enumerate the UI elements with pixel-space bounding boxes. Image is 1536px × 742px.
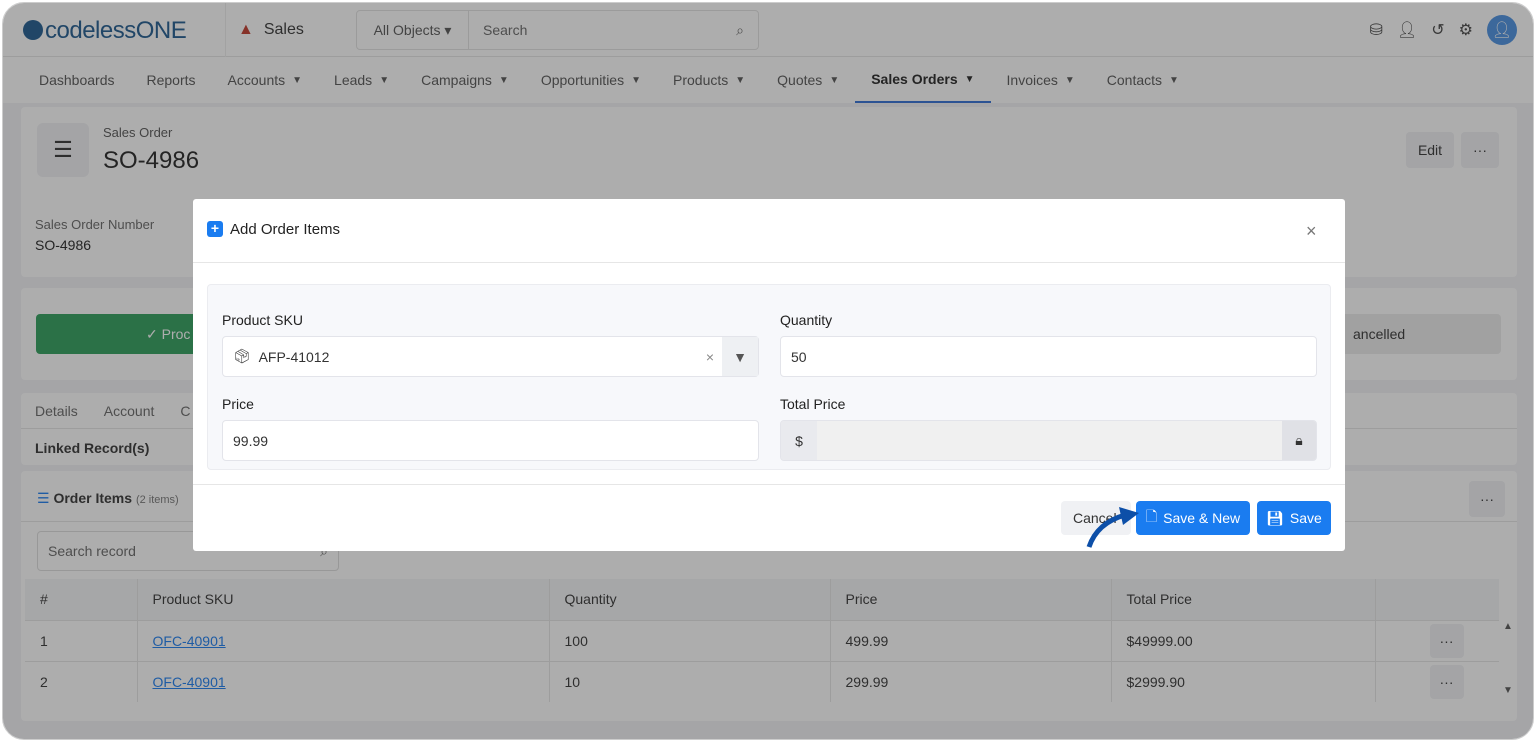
file-plus-icon: 🗋︎ — [1145, 508, 1158, 524]
quantity-label: Quantity — [780, 312, 833, 328]
save-and-new-label: Save & New — [1163, 510, 1241, 526]
quantity-input[interactable]: 50 — [780, 336, 1317, 377]
sku-value: AFP-41012 — [258, 348, 330, 365]
chevron-down-icon[interactable]: ▼ — [722, 337, 758, 376]
sku-label: Product SKU — [222, 312, 303, 328]
lock-icon: 🔒︎ — [1282, 421, 1316, 460]
close-icon[interactable]: × — [1306, 221, 1317, 242]
modal-title: Add Order Items — [230, 221, 341, 238]
currency-addon: $ — [781, 421, 817, 460]
clear-icon[interactable]: × — [706, 349, 714, 365]
floppy-icon: 💾︎ — [1266, 509, 1284, 526]
save-label: Save — [1289, 510, 1322, 526]
add-order-items-modal: + Add Order Items × Product SKU 📦︎ AFP-4… — [193, 199, 1345, 551]
product-box-icon: 📦︎ — [233, 348, 251, 364]
save-button[interactable]: 💾︎ Save — [1257, 501, 1331, 535]
app-window: codelessONE ▲ Sales All Objects ▾ Search ⌕… — [2, 2, 1534, 740]
price-label: Price — [222, 396, 254, 412]
plus-square-icon: + — [207, 221, 223, 237]
price-input[interactable]: 99.99 — [222, 420, 759, 461]
total-price-label: Total Price — [780, 396, 846, 412]
total-price-input: $ 🔒︎ — [780, 420, 1317, 461]
form-body: Product SKU 📦︎ AFP-41012 × ▼ Quantity 50… — [207, 284, 1331, 470]
save-and-new-button[interactable]: 🗋︎ Save & New — [1136, 501, 1250, 535]
sku-select[interactable]: 📦︎ AFP-41012 × ▼ — [222, 336, 759, 377]
annotation-arrow-icon — [1086, 507, 1139, 548]
